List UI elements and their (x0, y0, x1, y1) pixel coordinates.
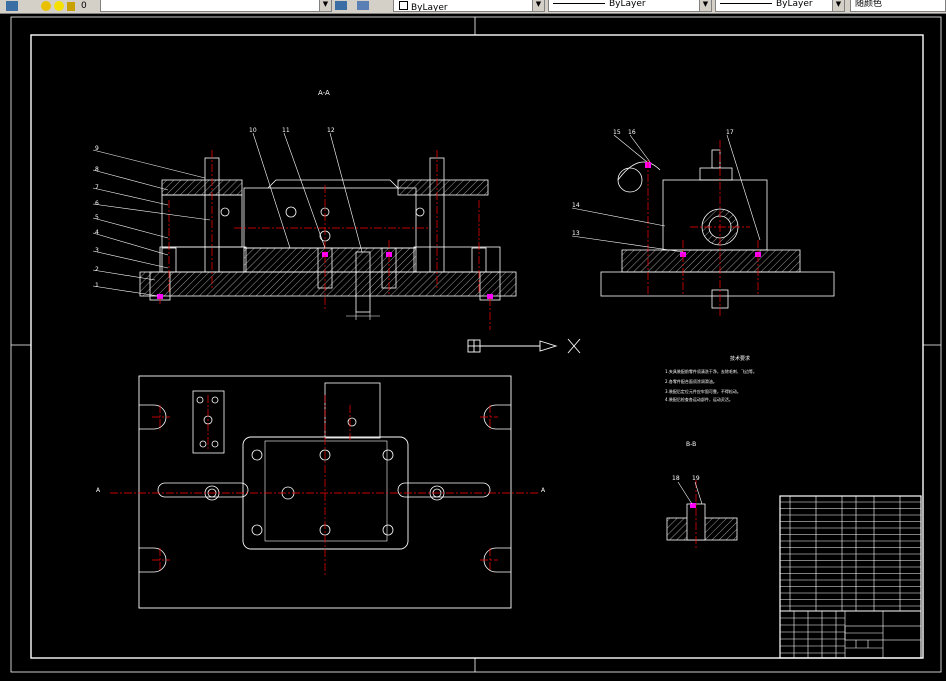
view-marker-right: A (541, 487, 546, 494)
chevron-down-icon[interactable]: ▼ (532, 0, 544, 11)
callout-9: 9 (95, 145, 99, 152)
callout-16: 16 (628, 129, 636, 136)
callout-1: 1 (95, 282, 99, 289)
callout-11: 11 (282, 127, 290, 134)
chevron-down-icon[interactable]: ▼ (832, 0, 844, 11)
lineweight-control-value: ByLayer (776, 0, 813, 9)
color-swatch (399, 1, 408, 10)
section-label-bb: B-B (686, 441, 696, 448)
ucs-icon (467, 338, 581, 354)
make-layer-current-icon[interactable] (335, 1, 347, 10)
callout-4: 4 (95, 229, 99, 236)
tech-req-title: 技术要求 (730, 355, 750, 362)
callout-15: 15 (613, 129, 621, 136)
color-control-dropdown[interactable]: ByLayer ▼ (393, 0, 545, 12)
drawing-canvas[interactable]: A-A 9 8 7 6 5 4 3 2 1 10 11 12 15 16 17 … (0, 13, 946, 677)
color-control-value: ByLayer (411, 3, 448, 12)
tech-req-line-4: 4.装配后检查各运动部件，运动灵活。 (665, 396, 733, 402)
callout-3: 3 (95, 247, 99, 254)
sun-icon[interactable] (54, 1, 64, 11)
properties-toolbar: 0 ▼ ByLayer ▼ ByLayer ▼ ByLayer ▼ 随颜色 (0, 0, 946, 14)
centerlines-aa (159, 150, 491, 330)
callout-6: 6 (95, 200, 99, 207)
callout-7: 7 (95, 184, 99, 191)
tech-req-line-1: 1.夹具装配前零件须清洗干净，去除毛刺、飞边等。 (665, 368, 757, 374)
callout-2: 2 (95, 266, 99, 273)
technical-requirements: 技术要求 1.夹具装配前零件须清洗干净，去除毛刺、飞边等。 2.各零件配合面须涂… (665, 355, 757, 402)
section-view-bb: B-B 18 19 (666, 441, 738, 548)
chevron-down-icon[interactable]: ▼ (319, 0, 331, 11)
top-view: A A (96, 375, 546, 609)
lineweight-control-dropdown[interactable]: ByLayer ▼ (715, 0, 845, 12)
parts-list-table (779, 495, 922, 659)
lock-icon[interactable] (67, 1, 75, 11)
callout-17: 17 (726, 129, 734, 136)
tech-req-line-2: 2.各零件配合面须涂润滑油。 (665, 378, 717, 384)
plotstyle-control-value: 随颜色 (855, 0, 883, 9)
plotstyle-control-dropdown[interactable]: 随颜色 (850, 0, 946, 12)
callout-5: 5 (95, 214, 99, 221)
drawing-svg: A-A 9 8 7 6 5 4 3 2 1 10 11 12 15 16 17 … (10, 16, 942, 673)
view-marker-left: A (96, 487, 101, 494)
layer-controls: 0 (6, 0, 87, 12)
section-view-aa: A-A 9 8 7 6 5 4 3 2 1 10 11 12 (92, 89, 517, 330)
dimension-aa (346, 312, 380, 320)
callout-13: 13 (572, 230, 580, 237)
side-view: 15 16 17 14 13 (571, 129, 835, 316)
layer-state-icon[interactable] (41, 1, 51, 11)
callout-14: 14 (572, 202, 580, 209)
linetype-swatch (553, 3, 605, 4)
tech-req-line-3: 3.装配后定位元件应牢固可靠，不得松动。 (665, 388, 741, 394)
callouts-top: 10 11 12 (249, 127, 335, 134)
callout-10: 10 (249, 127, 257, 134)
layer-name: 0 (81, 1, 87, 11)
callout-12: 12 (327, 127, 335, 134)
callouts-left: 9 8 7 6 5 4 3 2 1 (95, 145, 99, 289)
layer-dropdown[interactable]: ▼ (100, 0, 332, 12)
chevron-down-icon[interactable]: ▼ (699, 0, 711, 11)
linetype-control-dropdown[interactable]: ByLayer ▼ (548, 0, 712, 12)
layer-previous-icon[interactable] (357, 1, 369, 10)
lineweight-swatch (720, 3, 772, 4)
callout-8: 8 (95, 166, 99, 173)
callout-19: 19 (692, 475, 700, 482)
layer-manager-icon[interactable] (6, 1, 18, 11)
callout-18: 18 (672, 475, 680, 482)
section-label-aa: A-A (318, 89, 330, 97)
linetype-control-value: ByLayer (609, 0, 646, 9)
